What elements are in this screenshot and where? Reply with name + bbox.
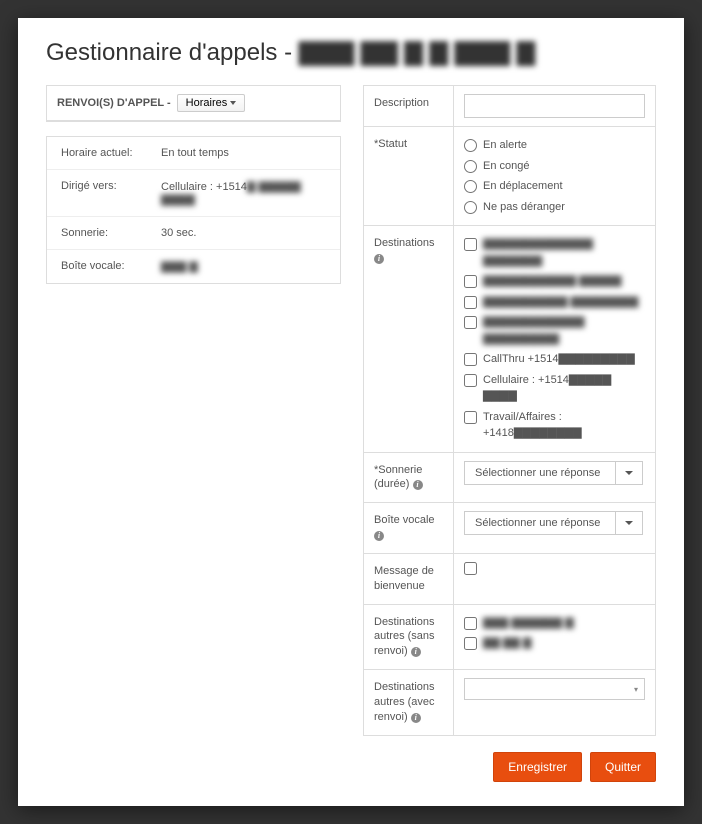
radio-statut-0[interactable]: En alerte [464, 135, 645, 156]
boite-select[interactable]: Sélectionner une réponse [464, 511, 643, 535]
check-label: ▇▇▇▇▇▇▇▇▇▇▇ ▇▇▇▇▇ [483, 273, 621, 290]
row-dest-sans-renvoi: Destinations autres (sans renvoi) i ▇▇▇ … [363, 605, 656, 671]
summary-panel: Horaire actuel: En tout temps Dirigé ver… [46, 136, 341, 284]
label-boite: Boîte vocale: [61, 260, 161, 273]
row-statut: *Statut En alerte En congé En déplacemen… [363, 127, 656, 226]
row-destinations: Destinations i ▇▇▇▇▇▇▇▇▇▇▇▇▇ ▇▇▇▇▇▇▇ ▇▇▇… [363, 226, 656, 453]
radio-label: En congé [483, 158, 529, 175]
boite-select-text: Sélectionner une réponse [465, 512, 615, 534]
chevron-down-icon [625, 471, 633, 475]
check-label: Travail/Affaires : +1418▇▇▇▇▇▇▇▇ [483, 409, 645, 442]
sonnerie-select-text: Sélectionner une réponse [465, 462, 615, 484]
destinations-list: ▇▇▇▇▇▇▇▇▇▇▇▇▇ ▇▇▇▇▇▇▇ ▇▇▇▇▇▇▇▇▇▇▇ ▇▇▇▇▇ … [454, 226, 655, 452]
radio-statut-2[interactable]: En déplacement [464, 176, 645, 197]
check-dest-sans-0[interactable]: ▇▇▇ ▇▇▇▇▇▇ ▇ [464, 613, 645, 634]
check-dest-0[interactable]: ▇▇▇▇▇▇▇▇▇▇▇▇▇ ▇▇▇▇▇▇▇ [464, 234, 645, 271]
left-panel-title: RENVOI(S) D'APPEL - [57, 97, 171, 109]
description-input[interactable] [464, 94, 645, 118]
value-horaire: En tout temps [161, 147, 326, 159]
label-sonnerie: Sonnerie: [61, 227, 161, 239]
row-boite-vocale: Boîte vocale i Sélectionner une réponse [363, 503, 656, 554]
summary-row-horaire: Horaire actuel: En tout temps [47, 137, 340, 169]
label-sonnerie-duree: *Sonnerie (durée) i [364, 453, 454, 503]
info-icon: i [411, 647, 421, 657]
row-message-bienvenue: Message de bienvenue [363, 554, 656, 605]
row-description: Description [363, 85, 656, 127]
sonnerie-select[interactable]: Sélectionner une réponse [464, 461, 643, 485]
info-icon: i [411, 713, 421, 723]
statut-options: En alerte En congé En déplacement Ne pas… [454, 127, 655, 225]
boite-select-toggle[interactable] [615, 512, 642, 534]
page-title-prefix: Gestionnaire d'appels - [46, 39, 299, 66]
form-footer: Enregistrer Quitter [363, 752, 656, 782]
row-dest-avec-renvoi: Destinations autres (avec renvoi) i ▾ [363, 670, 656, 736]
label-destinations-text: Destinations [374, 237, 435, 249]
label-dest-avec-text: Destinations autres (avec renvoi) [374, 681, 435, 723]
chevron-down-icon: ▾ [634, 685, 638, 694]
summary-row-dirige: Dirigé vers: Cellulaire : +1514▇ ▇▇▇▇▇ ▇… [47, 169, 340, 216]
label-dest-avec: Destinations autres (avec renvoi) i [364, 670, 454, 735]
label-message: Message de bienvenue [364, 554, 454, 604]
dest-sans-list: ▇▇▇ ▇▇▇▇▇▇ ▇ ▇▇ ▇▇ ▇ [454, 605, 655, 670]
check-label: ▇▇▇▇▇▇▇▇▇▇▇▇▇ ▇▇▇▇▇▇▇ [483, 236, 645, 269]
horaires-dropdown-label: Horaires [186, 97, 228, 109]
radio-label: En alerte [483, 137, 527, 154]
summary-row-sonnerie: Sonnerie: 30 sec. [47, 216, 340, 249]
label-dest-sans-text: Destinations autres (sans renvoi) [374, 616, 435, 658]
check-dest-4[interactable]: CallThru +1514▇▇▇▇▇▇▇▇▇ [464, 349, 645, 370]
label-horaire: Horaire actuel: [61, 147, 161, 159]
dest-avec-multiselect[interactable]: ▾ [464, 678, 645, 700]
check-dest-5[interactable]: Cellulaire : +1514▇▇▇▇▇ ▇▇▇▇ [464, 370, 645, 407]
radio-statut-3[interactable]: Ne pas déranger [464, 197, 645, 218]
value-dirige: Cellulaire : +1514▇ ▇▇▇▇▇ ▇▇▇▇ [161, 180, 326, 206]
radio-statut-1[interactable]: En congé [464, 156, 645, 177]
info-icon: i [374, 254, 384, 264]
sonnerie-select-toggle[interactable] [615, 462, 642, 484]
label-boite-text: Boîte vocale [374, 514, 435, 526]
check-label: CallThru +1514▇▇▇▇▇▇▇▇▇ [483, 351, 635, 368]
radio-label: En déplacement [483, 178, 563, 195]
value-sonnerie: 30 sec. [161, 227, 326, 239]
left-panel: RENVOI(S) D'APPEL - Horaires [46, 85, 341, 122]
quit-button[interactable]: Quitter [590, 752, 656, 782]
form-panel: Description *Statut En alerte En congé E… [363, 85, 656, 782]
label-destinations: Destinations i [364, 226, 454, 452]
check-label: Cellulaire : +1514▇▇▇▇▇ ▇▇▇▇ [483, 372, 645, 405]
chevron-down-icon [230, 101, 236, 105]
value-dirige-prefix: Cellulaire : +1514 [161, 181, 247, 193]
check-dest-3[interactable]: ▇▇▇▇▇▇▇▇▇▇▇▇ ▇▇▇▇▇▇▇▇▇ [464, 312, 645, 349]
check-dest-6[interactable]: Travail/Affaires : +1418▇▇▇▇▇▇▇▇ [464, 407, 645, 444]
main-card: Gestionnaire d'appels - ▇▇▇ ▇▇ ▇ ▇ ▇▇▇ ▇… [18, 18, 684, 806]
check-label: ▇▇▇▇▇▇▇▇▇▇ ▇▇▇▇▇▇▇▇ [483, 294, 638, 311]
chevron-down-icon [625, 521, 633, 525]
check-label: ▇▇▇ ▇▇▇▇▇▇ ▇ [483, 615, 574, 632]
info-icon: i [413, 480, 423, 490]
summary-row-boite: Boîte vocale: ▇▇▇ ▇ [47, 249, 340, 283]
label-boite-vocale: Boîte vocale i [364, 503, 454, 553]
value-boite: ▇▇▇ ▇ [161, 260, 326, 273]
radio-label: Ne pas déranger [483, 199, 565, 216]
label-statut: *Statut [364, 127, 454, 225]
message-bienvenue-checkbox[interactable] [464, 562, 477, 575]
value-boite-masked: ▇▇▇ ▇ [161, 261, 198, 273]
label-description: Description [364, 86, 454, 126]
check-dest-2[interactable]: ▇▇▇▇▇▇▇▇▇▇ ▇▇▇▇▇▇▇▇ [464, 292, 645, 313]
check-label: ▇▇ ▇▇ ▇ [483, 635, 531, 652]
page-title: Gestionnaire d'appels - ▇▇▇ ▇▇ ▇ ▇ ▇▇▇ ▇ [46, 38, 656, 67]
left-panel-header: RENVOI(S) D'APPEL - Horaires [47, 86, 340, 121]
page-title-masked: ▇▇▇ ▇▇ ▇ ▇ ▇▇▇ ▇ [299, 39, 535, 66]
check-dest-sans-1[interactable]: ▇▇ ▇▇ ▇ [464, 633, 645, 654]
save-button[interactable]: Enregistrer [493, 752, 582, 782]
label-dest-sans: Destinations autres (sans renvoi) i [364, 605, 454, 670]
info-icon: i [374, 531, 384, 541]
horaires-dropdown-button[interactable]: Horaires [177, 94, 246, 112]
row-sonnerie-duree: *Sonnerie (durée) i Sélectionner une rép… [363, 453, 656, 504]
check-dest-1[interactable]: ▇▇▇▇▇▇▇▇▇▇▇ ▇▇▇▇▇ [464, 271, 645, 292]
label-dirige: Dirigé vers: [61, 180, 161, 206]
check-label: ▇▇▇▇▇▇▇▇▇▇▇▇ ▇▇▇▇▇▇▇▇▇ [483, 314, 645, 347]
